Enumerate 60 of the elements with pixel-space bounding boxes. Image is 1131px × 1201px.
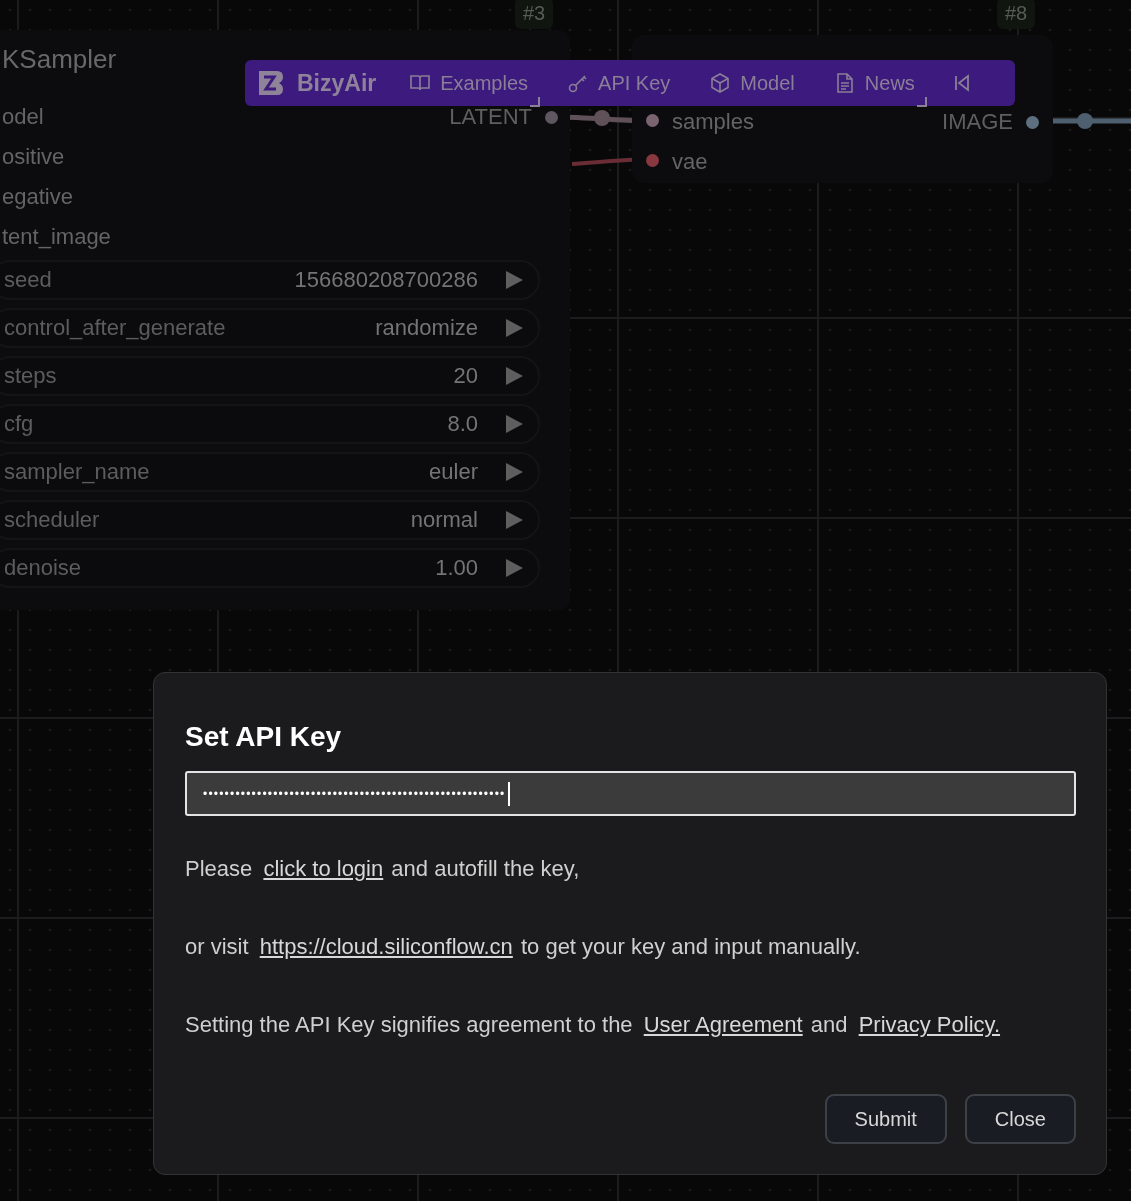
- right-arrow-icon[interactable]: [504, 414, 524, 434]
- widget-value: 1.00: [435, 555, 478, 581]
- widget-field[interactable]: control_after_generate randomize: [0, 308, 540, 348]
- widget-label: scheduler: [3, 507, 101, 533]
- widget-label: denoise: [3, 555, 83, 581]
- info-text: or visit https://cloud.siliconflow.cn to get your key and input manually.: [185, 934, 862, 960]
- toolbar-button[interactable]: News: [832, 71, 915, 95]
- widget-label: steps: [3, 363, 58, 389]
- link[interactable]: User Agreement: [643, 1012, 803, 1037]
- input-label: vae: [672, 149, 708, 175]
- right-arrow-icon[interactable]: [504, 270, 524, 290]
- info-text: Please click to login and autofill the key,: [185, 856, 581, 882]
- node-badge: #8: [997, 0, 1036, 29]
- right-arrow-icon[interactable]: [504, 462, 524, 482]
- collapse-icon[interactable]: [952, 74, 971, 92]
- input-label: odel: [2, 104, 44, 130]
- widget-value: 156680208700286: [294, 267, 478, 293]
- logo-icon: [257, 69, 285, 97]
- toolbar-button[interactable]: Examples: [408, 71, 529, 95]
- widget-field[interactable]: denoise 1.00: [0, 548, 540, 588]
- socket-dot[interactable]: [646, 114, 659, 127]
- widget-label: seed: [3, 267, 53, 293]
- input-label: samples: [672, 109, 754, 135]
- widget-field[interactable]: sampler_name euler: [0, 452, 540, 492]
- widget-value: euler: [429, 459, 478, 485]
- widget-field[interactable]: scheduler normal: [0, 500, 540, 540]
- output-label: LATENT: [449, 104, 532, 130]
- widget-field[interactable]: cfg 8.0: [0, 404, 540, 444]
- socket-dot[interactable]: [545, 111, 558, 124]
- input-label: ositive: [2, 144, 65, 170]
- toolbar-button[interactable]: Model: [708, 71, 795, 95]
- right-arrow-icon[interactable]: [504, 558, 524, 578]
- submit-button[interactable]: Submit: [824, 1094, 947, 1144]
- right-arrow-icon[interactable]: [504, 510, 524, 530]
- node-badge: #3: [515, 0, 554, 29]
- widget-value: 20: [453, 363, 478, 389]
- input-label: tent_image: [2, 224, 111, 250]
- widget-label: cfg: [3, 411, 35, 437]
- right-arrow-icon[interactable]: [504, 318, 524, 338]
- widget-label: sampler_name: [3, 459, 151, 485]
- socket-dot[interactable]: [646, 154, 659, 167]
- widget-field[interactable]: seed 156680208700286: [0, 260, 540, 300]
- right-arrow-icon[interactable]: [504, 366, 524, 386]
- api-key-field[interactable]: ••••••••••••••••••••••••••••••••••••••••••••••••••••••••: [185, 771, 1076, 816]
- widget-value: normal: [410, 507, 478, 533]
- close-button[interactable]: Close: [964, 1094, 1076, 1144]
- widget-value: randomize: [375, 315, 478, 341]
- widget-value: 8.0: [447, 411, 478, 437]
- node-title: KSampler: [2, 44, 117, 75]
- widget-label: control_after_generate: [3, 315, 227, 341]
- brand-name: BizyAir: [297, 69, 377, 97]
- output-label: IMAGE: [942, 109, 1013, 135]
- link[interactable]: click to login: [263, 856, 384, 881]
- link[interactable]: Privacy Policy.: [858, 1012, 1001, 1037]
- input-label: egative: [2, 184, 73, 210]
- info-text: Setting the API Key signifies agreement to the User Agreement and Privacy Policy.: [185, 1012, 1002, 1038]
- socket-dot[interactable]: [1026, 116, 1039, 129]
- dialog-title: Set API Key: [185, 721, 343, 753]
- link[interactable]: https://cloud.siliconflow.cn: [259, 934, 513, 959]
- widget-field[interactable]: steps 20: [0, 356, 540, 396]
